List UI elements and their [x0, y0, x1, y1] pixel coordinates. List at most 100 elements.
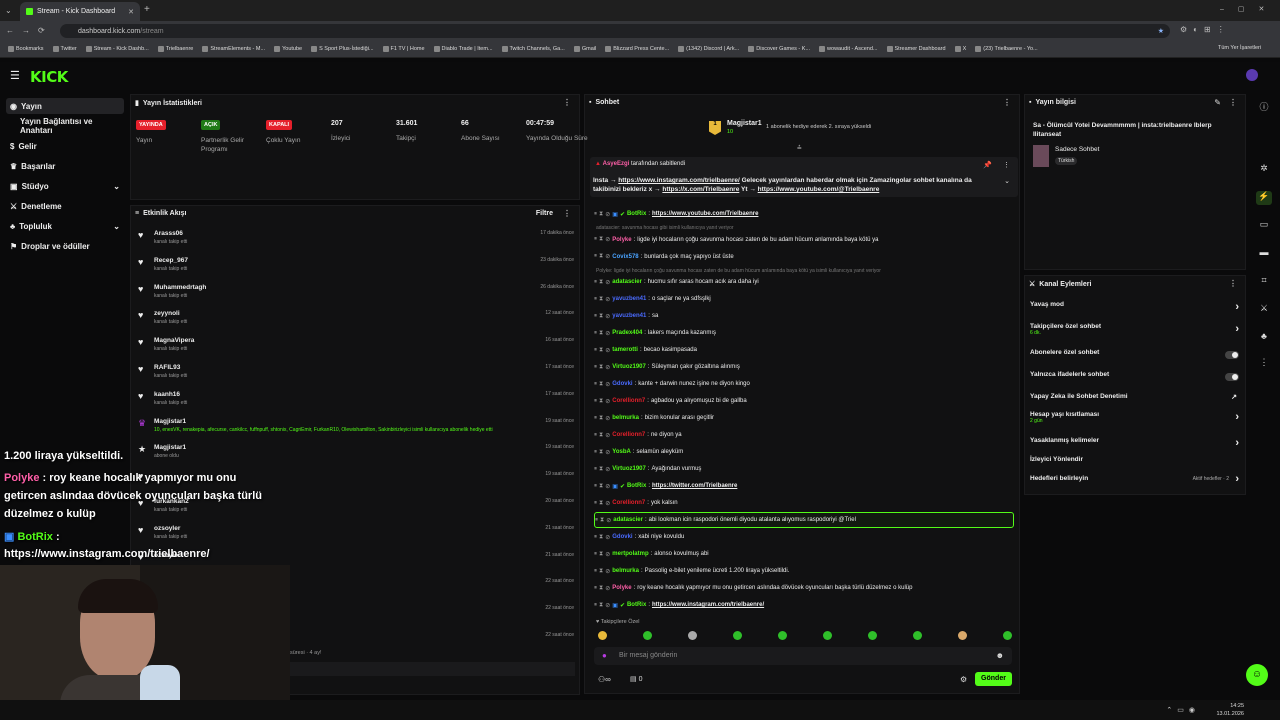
- tray-icons[interactable]: ⌃▭◉: [1166, 706, 1200, 714]
- chevron-right-icon[interactable]: ›: [1235, 301, 1239, 313]
- sidebar-item-topluluk[interactable]: ♣ Topluluk ⌄: [6, 218, 124, 234]
- lightning-icon[interactable]: ⚡: [1256, 191, 1272, 205]
- chat-username[interactable]: belmurka: [612, 568, 639, 574]
- channel-action-item[interactable]: Hedefleri belirleyin Aktif hedefler · 2 ›: [1030, 473, 1245, 489]
- timeout-icon[interactable]: ⧗: [599, 330, 603, 337]
- chat-message[interactable]: ⏸ ⧗ ⊘ ▣ ✔ BotRix: https://www.instagram.com/tr…: [594, 597, 1014, 613]
- external-link-icon[interactable]: ↗: [1231, 393, 1237, 401]
- pin-message-icon[interactable]: ⏸: [594, 585, 597, 592]
- ban-icon[interactable]: ⊘: [605, 330, 610, 337]
- address-bar[interactable]: dashboard.kick.com/stream ★: [60, 24, 1170, 38]
- kick-logo[interactable]: KICK: [30, 68, 68, 86]
- ban-icon[interactable]: ⊘: [605, 364, 610, 371]
- bookmark-item[interactable]: Twitter: [52, 46, 77, 52]
- stream-info-menu-icon[interactable]: ⋮: [1229, 98, 1237, 107]
- bookmark-item[interactable]: Bookmarks: [8, 46, 44, 52]
- timeout-icon[interactable]: ⧗: [599, 466, 603, 473]
- pin-message-icon[interactable]: ⏸: [594, 381, 597, 388]
- activity-username[interactable]: RAFIL93: [154, 364, 180, 371]
- chat-menu-icon[interactable]: ⋮: [1003, 98, 1011, 107]
- pinned-menu-icon[interactable]: ⋮: [1003, 161, 1010, 169]
- chat-username[interactable]: tamerotti: [612, 347, 638, 353]
- pin-message-icon[interactable]: ⏸: [594, 483, 597, 490]
- channel-action-item[interactable]: Takipçilere özel sohbet 6 dk. ›: [1030, 323, 1245, 337]
- chat-message[interactable]: ⏸ ⧗ ⊘ yavuzben41: o saçlar ne ya sdfsşlkj: [594, 291, 1014, 307]
- ban-icon[interactable]: ⊘: [605, 347, 610, 354]
- document-icon[interactable]: ▭: [1256, 219, 1272, 233]
- timeout-icon[interactable]: ⧗: [599, 534, 603, 541]
- chat-icon[interactable]: ▬: [1256, 247, 1272, 261]
- sidebar-item-gelir[interactable]: $ Gelir: [6, 138, 124, 154]
- emote-icon[interactable]: [733, 631, 742, 640]
- timeout-icon[interactable]: ⧗: [599, 398, 603, 405]
- sidebar-item-studyo[interactable]: ▣ Stüdyo ⌄: [6, 178, 124, 194]
- pin-message-icon[interactable]: ⏸: [595, 517, 598, 524]
- pin-message-icon[interactable]: ⏸: [594, 279, 597, 286]
- pin-message-icon[interactable]: ⏸: [594, 602, 597, 609]
- chat-link[interactable]: https://www.instagram.com/trielbaenre/: [652, 602, 764, 608]
- emote-icon[interactable]: [913, 631, 922, 640]
- chat-message[interactable]: ⏸ ⧗ ⊘ Polyke: ligde iyi hocaların çoğu savun…: [594, 232, 1014, 248]
- stream-tag[interactable]: Türkish: [1055, 157, 1078, 165]
- chat-username[interactable]: Polyke: [612, 237, 631, 243]
- bookmark-item[interactable]: Youtube: [274, 46, 302, 52]
- chat-link[interactable]: https://www.youtube.com/Trielbaenre: [652, 211, 758, 217]
- chevron-right-icon[interactable]: ›: [1235, 473, 1239, 485]
- activity-username[interactable]: zeyynoli: [154, 310, 180, 317]
- sidebar-item-basarilar[interactable]: ♛ Başarılar: [6, 158, 124, 174]
- ban-icon[interactable]: ⊘: [605, 313, 610, 320]
- pinned-link-youtube[interactable]: https://www.youtube.com/@Trielbaenre: [758, 186, 880, 193]
- tab-search-icon[interactable]: ⌄: [5, 6, 15, 16]
- ban-icon[interactable]: ⊘: [605, 381, 610, 388]
- timeout-icon[interactable]: ⧗: [599, 364, 603, 371]
- sidebar-item-droplar[interactable]: ⚑ Droplar ve ödüller: [6, 238, 124, 254]
- pin-message-icon[interactable]: ⏸: [594, 296, 597, 303]
- chat-username[interactable]: Virtuoz1907: [612, 466, 646, 472]
- more-icon[interactable]: ⋮: [1256, 357, 1272, 371]
- activity-menu-icon[interactable]: ⋮: [563, 209, 571, 218]
- bookmark-item[interactable]: S Sport Plus-İstediği...: [311, 46, 374, 52]
- chat-username[interactable]: Corellionn7: [612, 500, 645, 506]
- chat-username[interactable]: Gdovki: [612, 534, 632, 540]
- ban-icon[interactable]: ⊘: [605, 500, 610, 507]
- timeout-icon[interactable]: ⧗: [599, 500, 603, 507]
- chat-username[interactable]: adatascier: [612, 279, 642, 285]
- bookmark-item[interactable]: X: [954, 46, 966, 52]
- ban-icon[interactable]: ⊘: [605, 279, 610, 286]
- timeout-icon[interactable]: ⧗: [599, 602, 603, 609]
- activity-username[interactable]: ozsoyler: [154, 552, 180, 559]
- bookmark-item[interactable]: Discover Games - K...: [748, 46, 810, 52]
- chat-username[interactable]: yavuzben41: [612, 313, 646, 319]
- ban-icon[interactable]: ⊘: [605, 236, 610, 243]
- pin-message-icon[interactable]: ⏸: [594, 330, 597, 337]
- chevron-down-icon[interactable]: ⌄: [1004, 177, 1010, 185]
- chat-message[interactable]: ⏸ ⧗ ⊘ adatascier: hucmu sıfır saras hocam ac…: [594, 274, 1014, 290]
- bookmark-item[interactable]: wowaudit - Ascend...: [819, 46, 878, 52]
- chat-message[interactable]: ⏸ ⧗ ⊘ Virtuoz1907: Ayağından vurmuş: [594, 461, 1014, 477]
- chat-username[interactable]: YosbA: [612, 449, 631, 455]
- chat-link[interactable]: https://twitter.com/Trielbaenre: [652, 483, 737, 489]
- ban-icon[interactable]: ⊘: [605, 296, 610, 303]
- bookmark-item[interactable]: (1342) Discord | Ark...: [678, 46, 739, 52]
- pin-message-icon[interactable]: ⏸: [594, 551, 597, 558]
- chat-message[interactable]: ⏸ ⧗ ⊘ tamerotti: becao kasimpasada: [594, 342, 1014, 358]
- ban-icon[interactable]: ⊘: [605, 551, 610, 558]
- timeout-icon[interactable]: ⧗: [599, 381, 603, 388]
- channel-action-item[interactable]: Yasaklanmış kelimeler ›: [1030, 437, 1245, 451]
- chat-message[interactable]: ⏸ ⧗ ⊘ adatascier: abi lookman icin raspodori…: [594, 512, 1014, 528]
- chat-message[interactable]: ⏸ ⧗ ⊘ Pradex404: lakers maçında kazanmış: [594, 325, 1014, 341]
- bookmark-item[interactable]: Diablo Trade | Item...: [433, 46, 493, 52]
- emoji-icon[interactable]: ☻: [996, 651, 1004, 660]
- sidebar-item-stream-key[interactable]: Yayın Bağlantısı ve Anahtarı: [6, 117, 124, 135]
- emote-icon[interactable]: [1003, 631, 1012, 640]
- pin-message-icon[interactable]: ⏸: [594, 236, 597, 243]
- chat-message[interactable]: ⏸ ⧗ ⊘ Corellionn7: agbadou ya alıyomuşuz bi …: [594, 393, 1014, 409]
- tab-close-icon[interactable]: ✕: [128, 8, 134, 16]
- emote-icon[interactable]: [598, 631, 607, 640]
- activity-username[interactable]: MagnaVipera: [154, 337, 194, 344]
- microphone-icon[interactable]: ●: [602, 651, 607, 660]
- all-bookmarks[interactable]: Tüm Yer İşaretleri: [1218, 45, 1261, 51]
- bookmark-item[interactable]: Streamer Dashboard: [886, 46, 946, 52]
- timeout-icon[interactable]: ⧗: [599, 211, 603, 218]
- stream-category[interactable]: Sadece Sohbet: [1055, 146, 1099, 153]
